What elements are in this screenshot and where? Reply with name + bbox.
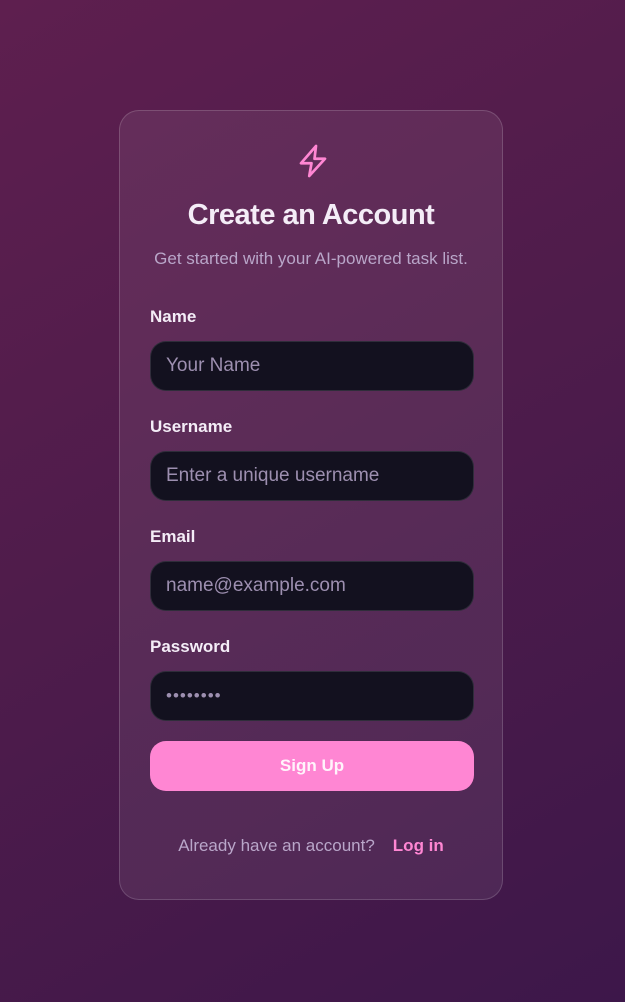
login-prompt: Already have an account? Log in	[120, 836, 502, 856]
lightning-bolt-icon	[299, 144, 327, 178]
email-input[interactable]	[150, 561, 474, 611]
email-label: Email	[150, 527, 196, 546]
username-field-group: Username	[150, 417, 474, 501]
page-subtitle: Get started with your AI-powered task li…	[154, 249, 468, 268]
sign-up-button[interactable]: Sign Up	[150, 741, 474, 791]
email-field-group: Email	[150, 527, 474, 611]
name-label: Name	[150, 307, 197, 326]
login-prompt-text: Already have an account?	[178, 836, 375, 855]
username-input[interactable]	[150, 451, 474, 501]
username-label: Username	[150, 417, 233, 436]
password-label: Password	[150, 637, 231, 656]
name-field-group: Name	[150, 307, 474, 391]
login-link[interactable]: Log in	[393, 836, 444, 855]
name-input[interactable]	[150, 341, 474, 391]
password-input[interactable]	[150, 671, 474, 721]
page-title: Create an Account	[187, 199, 435, 231]
signup-card: Create an Account Get started with your …	[119, 110, 503, 900]
password-field-group: Password	[150, 637, 474, 721]
